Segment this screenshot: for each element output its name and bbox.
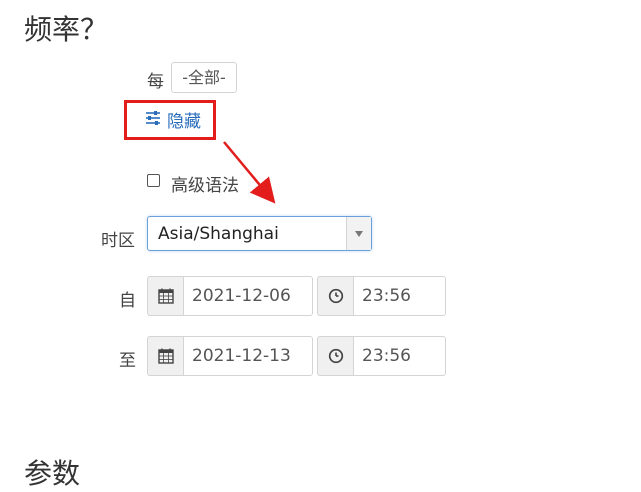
dropdown-toggle[interactable] xyxy=(346,217,371,250)
calendar-icon[interactable] xyxy=(147,276,183,316)
advanced-syntax-label: 高级语法 xyxy=(171,176,239,196)
clock-icon[interactable] xyxy=(317,336,353,376)
to-time-input[interactable]: 23:56 xyxy=(353,336,446,376)
from-time-input[interactable]: 23:56 xyxy=(353,276,446,316)
to-label: 至 xyxy=(119,351,136,371)
to-date-input[interactable]: 2021-12-13 xyxy=(183,336,313,376)
from-label: 自 xyxy=(119,291,136,311)
calendar-icon[interactable] xyxy=(147,336,183,376)
timezone-select[interactable]: Asia/Shanghai xyxy=(147,216,372,251)
advanced-syntax-checkbox[interactable] xyxy=(147,174,160,187)
timezone-label: 时区 xyxy=(101,231,135,251)
clock-icon[interactable] xyxy=(317,276,353,316)
from-date-input[interactable]: 2021-12-06 xyxy=(183,276,313,316)
chevron-down-icon xyxy=(355,230,363,237)
params-heading: 参数 xyxy=(24,457,81,490)
timezone-value: Asia/Shanghai xyxy=(158,224,279,244)
